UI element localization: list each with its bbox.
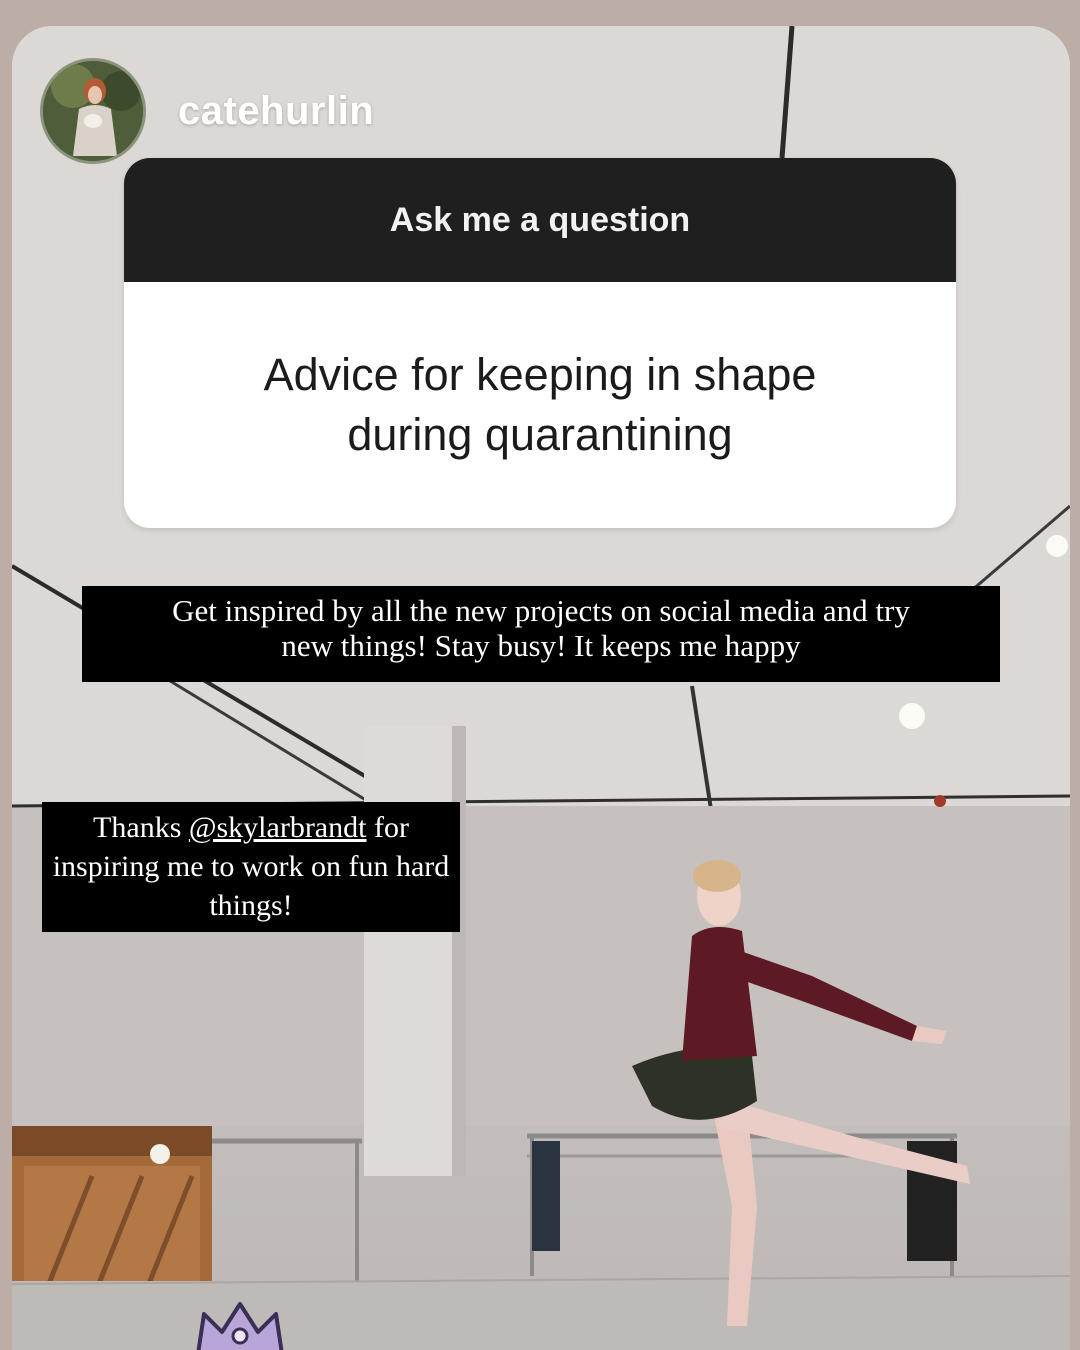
ceiling-light bbox=[1046, 535, 1068, 557]
piano-clock bbox=[150, 1144, 170, 1164]
question-sticker-header: Ask me a question bbox=[124, 158, 956, 282]
hair bbox=[693, 860, 741, 892]
column-shadow bbox=[452, 726, 466, 1176]
thanks-caption: Thanks @skylarbrandt for inspiring me to… bbox=[42, 802, 460, 932]
piano-top bbox=[12, 1126, 212, 1156]
answer-caption-line-1: Get inspired by all the new projects on … bbox=[172, 593, 910, 628]
question-prompt: Ask me a question bbox=[389, 200, 691, 239]
hanging-clothes bbox=[532, 1141, 560, 1251]
thanks-caption-text: Thanks bbox=[93, 811, 189, 844]
floor bbox=[12, 1281, 1070, 1350]
story-header: catehurlin bbox=[40, 56, 374, 166]
ceiling-light bbox=[899, 703, 925, 729]
question-text: Advice for keeping in shape during quara… bbox=[263, 349, 817, 460]
mention-link[interactable]: @skylarbrandt bbox=[189, 811, 367, 844]
answer-caption: Get inspired by all the new projects on … bbox=[82, 586, 1000, 682]
question-sticker-body: Advice for keeping in shape during quara… bbox=[124, 282, 956, 528]
column bbox=[364, 726, 462, 1176]
story-frame: catehurlin Ask me a question Advice for … bbox=[12, 26, 1070, 1350]
exit-light bbox=[934, 795, 946, 807]
answer-caption-line-2: new things! Stay busy! It keeps me happy bbox=[281, 628, 801, 663]
avatar-image bbox=[43, 61, 143, 161]
question-sticker[interactable]: Ask me a question Advice for keeping in … bbox=[124, 158, 956, 528]
username[interactable]: catehurlin bbox=[178, 89, 374, 134]
crown-sticker-icon bbox=[190, 1296, 290, 1350]
avatar[interactable] bbox=[40, 58, 146, 164]
